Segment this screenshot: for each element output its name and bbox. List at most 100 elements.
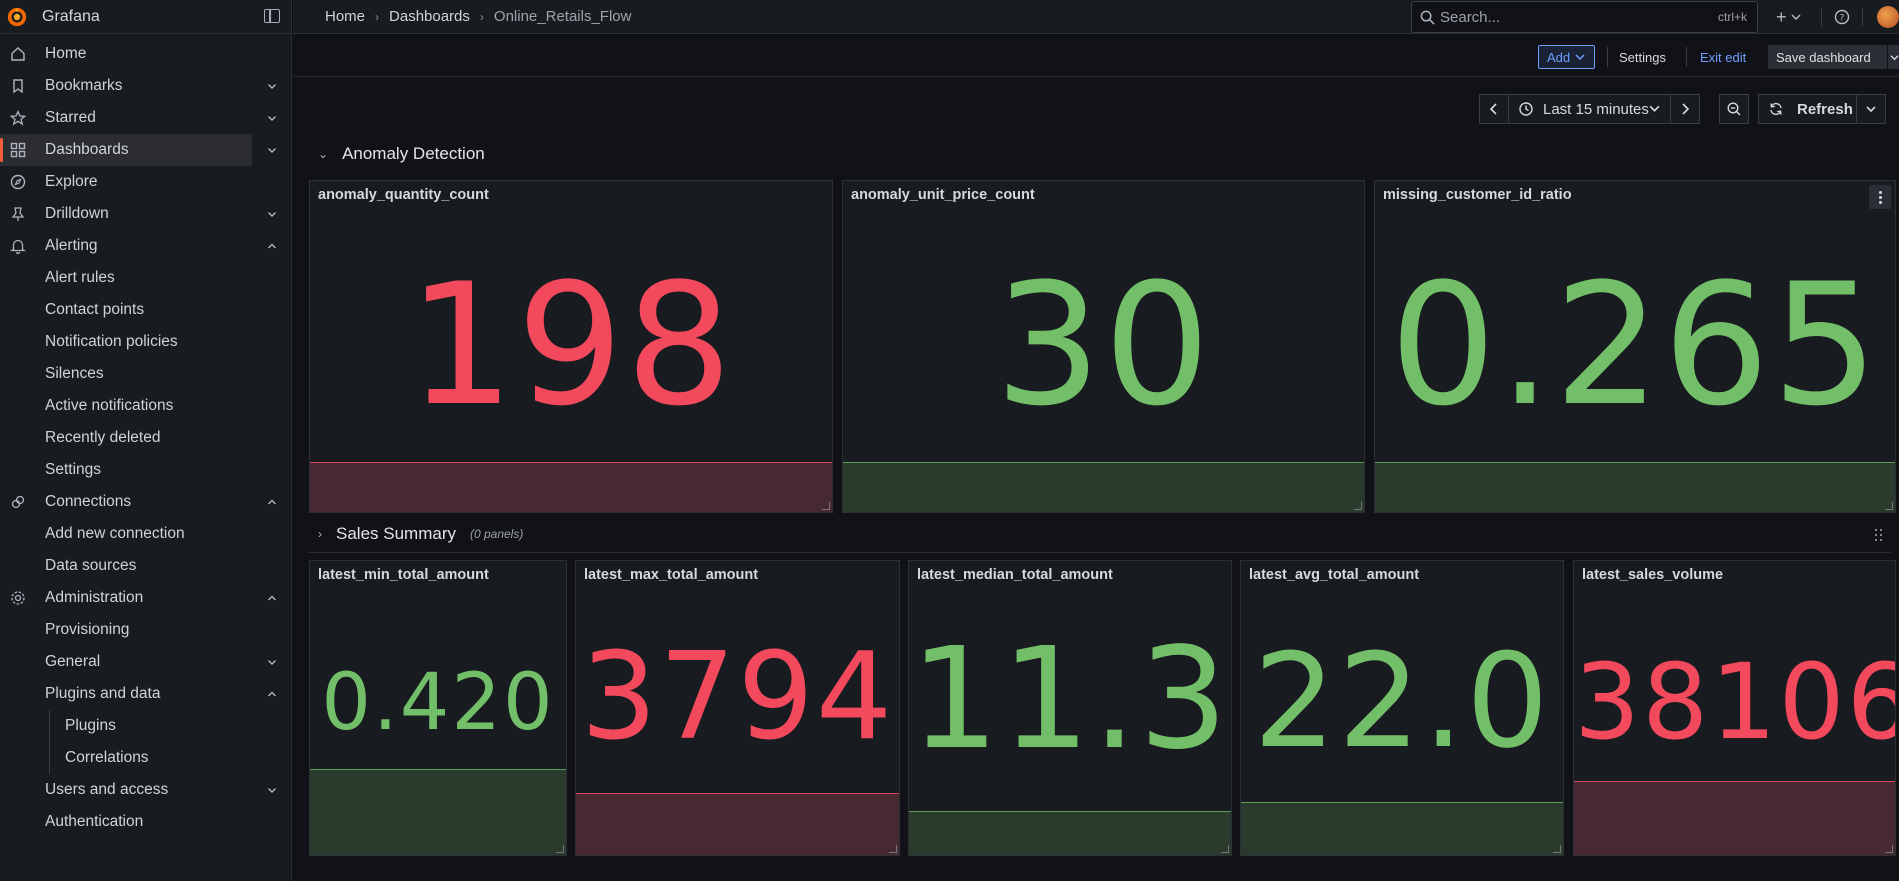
chevron-down-icon[interactable] [266,79,278,91]
new-menu-button[interactable]: + [1776,8,1801,26]
sidebar-item-recently-deleted[interactable]: Recently deleted [0,422,291,454]
sidebar-item-label: Notification policies [45,333,178,350]
divider [1861,8,1863,26]
dock-menu-icon[interactable] [264,9,280,23]
add-button[interactable]: Add [1538,45,1595,69]
stat-panel-latest-min-total-amount[interactable]: latest_min_total_amount 0.420 [309,560,567,856]
refresh-label: Refresh [1797,100,1853,118]
resize-handle-icon[interactable] [1221,845,1229,853]
sidebar-item-provisioning[interactable]: Provisioning [0,614,291,646]
resize-handle-icon[interactable] [1553,845,1561,853]
sidebar-item-label: Users and access [45,781,169,798]
sidebar-item-drilldown[interactable]: Drilldown [0,198,291,230]
sidebar-item-home[interactable]: Home [0,38,291,70]
stat-panel-latest-max-total-amount[interactable]: latest_max_total_amount 3794 [575,560,900,856]
sidebar-item-alert-rules[interactable]: Alert rules [0,262,291,294]
time-forward-button[interactable] [1670,94,1700,124]
sidebar-item-silences[interactable]: Silences [0,358,291,390]
divider [1820,8,1822,26]
save-dashboard-button[interactable]: Save dashboard [1768,45,1899,69]
sidebar-item-correlations[interactable]: Correlations [0,742,291,774]
chevron-up-icon[interactable] [266,495,278,507]
sidebar-item-dashboards[interactable]: Dashboards [0,134,277,166]
sidebar-item-plugins[interactable]: Plugins [0,710,291,742]
zoom-out-button[interactable] [1719,94,1749,124]
sidebar-item-users-and-access[interactable]: Users and access [0,774,291,806]
breadcrumb-home[interactable]: Home [325,8,365,25]
sidebar-item-label: Home [45,45,87,62]
sidebar-item-label: Correlations [65,749,149,766]
refresh-interval-button[interactable] [1856,94,1886,124]
chevron-down-icon[interactable] [266,207,278,219]
sidebar-item-data-sources[interactable]: Data sources [0,550,291,582]
sidebar-item-connections[interactable]: Connections [0,486,291,518]
chevron-up-icon[interactable] [266,591,278,603]
chevron-down-icon [1890,54,1899,60]
sparkline-area [1574,781,1895,855]
resize-handle-icon[interactable] [822,502,830,510]
stat-value: 30 [994,247,1213,443]
grafana-logo-icon[interactable] [6,6,28,28]
sidebar-item-label: Starred [45,109,96,126]
stat-panel-anomaly-unit-price-count[interactable]: anomaly_unit_price_count 30 [842,180,1365,513]
resize-handle-icon[interactable] [1885,502,1893,510]
divider [1686,47,1687,67]
sidebar-item-add-new-connection[interactable]: Add new connection [0,518,291,550]
sparkline-area [576,793,899,855]
resize-handle-icon[interactable] [1354,502,1362,510]
search-input[interactable]: Search... ctrl+k [1411,1,1758,33]
chevron-right-icon: › [375,9,380,24]
settings-button[interactable]: Settings [1619,45,1666,69]
stat-value: 0.265 [1389,247,1881,443]
time-range-picker[interactable]: Last 15 minutes [1508,94,1671,124]
stat-panel-latest-sales-volume[interactable]: latest_sales_volume 38106 [1573,560,1896,856]
sparkline-area [310,462,832,512]
sidebar-item-contact-points[interactable]: Contact points [0,294,291,326]
sidebar-item-general[interactable]: General [0,646,291,678]
chevron-down-icon[interactable] [266,655,278,667]
sidebar-item-starred[interactable]: Starred [0,102,291,134]
exit-edit-button[interactable]: Exit edit [1700,45,1746,69]
avatar[interactable] [1877,6,1899,28]
save-options-button[interactable] [1887,45,1899,69]
stat-panel-latest-median-total-amount[interactable]: latest_median_total_amount 11.3 [908,560,1232,856]
drag-handle-icon[interactable] [1875,529,1885,543]
sidebar-item-settings[interactable]: Settings [0,454,291,486]
resize-handle-icon[interactable] [1885,845,1893,853]
stat-panel-anomaly-quantity-count[interactable]: anomaly_quantity_count 198 [309,180,833,513]
sidebar-item-plugins-and-data[interactable]: Plugins and data [0,678,291,710]
sidebar-item-bookmarks[interactable]: Bookmarks [0,70,291,102]
bookmark-icon [10,78,26,94]
save-label: Save dashboard [1776,49,1871,65]
sidebar-item-explore[interactable]: Explore [0,166,291,198]
row-header-anomaly-detection[interactable]: ⌄ Anomaly Detection [318,144,485,164]
refresh-button[interactable]: Refresh [1758,94,1857,124]
time-back-button[interactable] [1479,94,1509,124]
sidebar-item-authentication[interactable]: Authentication [0,806,291,838]
top-actions: + ? [1776,8,1863,26]
sidebar-item-active-notifications[interactable]: Active notifications [0,390,291,422]
stat-panel-latest-avg-total-amount[interactable]: latest_avg_total_amount 22.0 [1240,560,1564,856]
chevron-up-icon[interactable] [266,239,278,251]
chevron-down-icon[interactable] [266,783,278,795]
sidebar-item-administration[interactable]: Administration [0,582,291,614]
panel-title: anomaly_unit_price_count [851,187,1035,203]
drilldown-icon [10,206,26,222]
resize-handle-icon[interactable] [556,845,564,853]
sparkline-area [909,811,1231,855]
sidebar-item-label: Contact points [45,301,145,318]
sidebar-item-notification-policies[interactable]: Notification policies [0,326,291,358]
chevron-down-icon[interactable] [266,111,278,123]
chevron-down-icon[interactable] [266,143,278,155]
help-icon[interactable]: ? [1834,9,1850,25]
sidebar-item-label: Data sources [45,557,137,574]
divider [1607,47,1608,67]
stat-panel-missing-customer-id-ratio[interactable]: missing_customer_id_ratio 0.265 [1374,180,1896,513]
row-header-sales-summary[interactable]: › Sales Summary (0 panels) [318,524,523,544]
panel-menu-icon[interactable] [1869,185,1891,209]
sidebar-item-label: Explore [45,173,98,190]
breadcrumb-dashboards[interactable]: Dashboards [389,8,470,25]
chevron-up-icon[interactable] [266,687,278,699]
resize-handle-icon[interactable] [889,845,897,853]
sidebar-item-alerting[interactable]: Alerting [0,230,291,262]
